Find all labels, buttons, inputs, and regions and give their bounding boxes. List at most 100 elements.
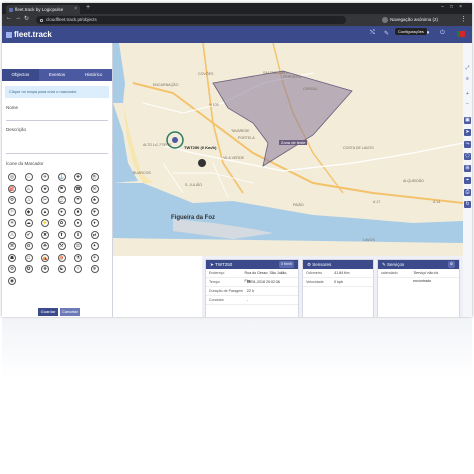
marker-icon[interactable]: ◆ (24, 207, 33, 216)
fullscreen-icon[interactable]: ⤢ (464, 65, 471, 72)
marker-icon[interactable]: ♣ (90, 196, 99, 204)
marker-icon[interactable]: ✔ (24, 230, 33, 239)
map-view[interactable]: COVÕES CERCAL SALTADOURO FERREIRA PORTEL… (113, 43, 463, 256)
new-tab-icon[interactable]: + (86, 4, 90, 11)
zoom-out-icon[interactable]: − (464, 101, 471, 108)
vehicle-card-header: ➤ TWT250 0 Km/h (206, 260, 298, 269)
back-icon[interactable]: ← (6, 15, 12, 21)
marker-icon[interactable]: ⚗ (74, 253, 82, 262)
marker-icon[interactable]: ♥ (90, 207, 99, 216)
marker-icon[interactable]: ⛽ (8, 184, 16, 193)
navigate-tool-icon[interactable]: ➤ (464, 129, 471, 136)
close-tab-icon[interactable]: × (74, 5, 77, 14)
marker-icon[interactable]: ✉ (90, 184, 99, 193)
marker-icon[interactable]: ✪ (24, 265, 33, 273)
marker-icon[interactable]: ☯ (57, 265, 66, 273)
marker-icon[interactable]: ♦ (90, 219, 99, 227)
cancel-button[interactable]: Cancelar (60, 308, 80, 316)
marker-icon[interactable]: ✧ (74, 265, 82, 273)
marker-icon[interactable]: ⚓ (57, 173, 66, 181)
marker-icon[interactable]: ⌂ (24, 173, 33, 181)
marker-icon[interactable]: ☎ (74, 184, 82, 193)
layers-icon[interactable]: ≡ (464, 76, 471, 83)
address-bar[interactable]: cloudfleet.track.pt/objects (36, 16, 346, 24)
marker-icon[interactable]: ⛺ (41, 253, 49, 262)
location-pin-icon[interactable] (198, 159, 207, 180)
marker-icon[interactable]: ⚙ (8, 196, 16, 204)
description-input[interactable] (6, 133, 108, 154)
marker-icon[interactable]: ✦ (90, 242, 99, 250)
logout-icon[interactable]: ⏻ (440, 30, 445, 37)
marker-icon[interactable]: ■ (74, 207, 82, 216)
marker-icon[interactable]: ✈ (41, 173, 49, 181)
refresh-tool-icon[interactable]: ↻ (464, 201, 471, 208)
marker-icon[interactable]: ⬆ (57, 230, 66, 239)
marker-icon[interactable]: ☀ (8, 219, 16, 227)
incognito-icon (382, 16, 388, 23)
marker-icon[interactable]: ⚘ (90, 253, 99, 262)
marker-icon[interactable]: ⬇ (74, 230, 82, 239)
vehicle-card: ➤ TWT250 0 Km/h Endereço Rua do Gesso, São… (205, 259, 299, 317)
incognito-indicator[interactable]: Navegação anónima (2) (382, 16, 438, 24)
marker-icon[interactable]: ✚ (74, 173, 82, 181)
services-card-title: Serviços (387, 262, 405, 267)
marker-icon[interactable]: ◉ (8, 276, 16, 285)
marker-icon[interactable]: ✖ (41, 230, 49, 239)
marker-icon[interactable]: ☂ (74, 196, 82, 204)
marker-icon[interactable]: ☕ (90, 173, 99, 181)
marker-icon[interactable]: ⛵ (57, 253, 66, 262)
tab-events[interactable]: Eventos (39, 69, 76, 81)
route-tool-icon[interactable]: ⤳ (464, 141, 471, 148)
marker-icon[interactable]: ⚒ (57, 242, 66, 250)
marker-icon[interactable]: ☁ (24, 219, 33, 227)
marker-icon[interactable]: ❄ (90, 265, 99, 273)
browser-menu-icon[interactable]: ⋮ (460, 15, 467, 23)
pin-tool-icon[interactable]: ⌖ (464, 177, 471, 184)
marker-icon[interactable]: ● (57, 207, 66, 216)
browser-tab[interactable]: fleet.track by Logicpulse × (6, 5, 80, 14)
marker-icon[interactable]: ✿ (57, 219, 66, 227)
reload-icon[interactable]: ↻ (24, 15, 29, 22)
language-flag-icon[interactable] (457, 31, 465, 37)
marker-icon[interactable]: ♫ (24, 196, 33, 204)
marker-icon[interactable]: ⚑ (57, 184, 66, 193)
marker-icon[interactable]: ⌘ (8, 242, 16, 250)
window-controls[interactable]: –□× (441, 4, 468, 10)
routes-icon[interactable]: ⤭ (370, 30, 375, 37)
marker-icon[interactable]: ☗ (8, 253, 16, 262)
geofence-zone[interactable] (212, 70, 353, 167)
marker-tool-icon[interactable]: ▣ (464, 117, 471, 124)
marker-icon[interactable]: ☘ (41, 242, 49, 250)
marker-icon[interactable]: ♨ (24, 184, 33, 193)
tab-title: fleet.track by Logicpulse (15, 7, 64, 12)
vehicle-marker-icon[interactable] (172, 137, 178, 143)
marker-icon[interactable]: ❖ (41, 265, 49, 273)
tools-icon[interactable]: ✎ (384, 30, 389, 37)
marker-icon[interactable]: ✂ (41, 196, 49, 204)
marker-icon[interactable]: ★ (41, 184, 49, 193)
forward-icon[interactable]: → (15, 15, 21, 21)
marker-icon[interactable]: ⚖ (74, 242, 82, 250)
marker-icon[interactable]: ⇄ (90, 230, 99, 239)
marker-icon[interactable]: ⚐ (8, 207, 16, 216)
marker-icon[interactable]: ⚡ (41, 219, 49, 227)
ruler-tool-icon[interactable]: ⊞ (464, 165, 471, 172)
marker-icon[interactable]: ♻ (24, 242, 33, 250)
favicon-icon (9, 7, 13, 12)
description-label: Descrição (6, 127, 27, 132)
marker-icon[interactable]: ⚠ (8, 230, 16, 239)
print-tool-icon[interactable]: ⎙ (464, 189, 471, 196)
tab-objects[interactable]: Objectos (2, 69, 39, 81)
services-settings-icon[interactable]: ⚙ (447, 261, 455, 268)
marker-icon[interactable]: ♠ (74, 219, 82, 227)
name-input[interactable] (6, 111, 108, 121)
marker-icon[interactable]: ⌚ (57, 196, 66, 204)
save-button[interactable]: Guardar (38, 308, 58, 316)
zone-tool-icon[interactable]: ⬠ (464, 153, 471, 160)
tab-history[interactable]: Histórico (75, 69, 112, 81)
marker-icon[interactable]: ☖ (24, 253, 33, 262)
zoom-in-icon[interactable]: + (464, 91, 471, 98)
marker-icon[interactable]: ◎ (8, 173, 16, 181)
marker-icon[interactable]: ⚙ (8, 265, 16, 273)
marker-icon[interactable]: ▲ (41, 207, 49, 216)
